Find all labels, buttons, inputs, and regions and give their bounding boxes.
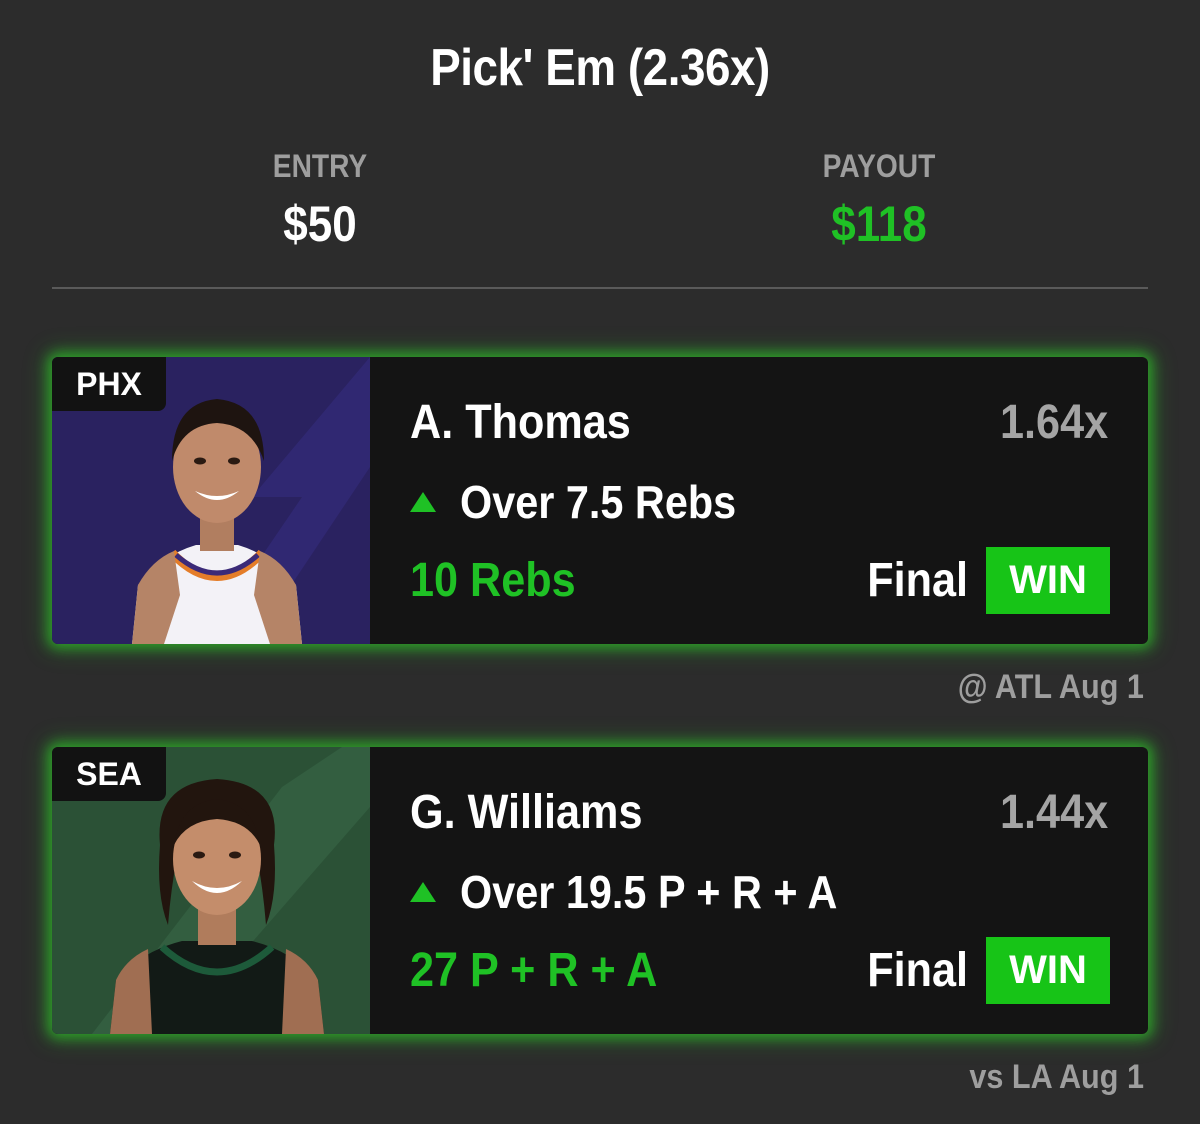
entry-label: ENTRY	[272, 148, 368, 184]
entry-stat: ENTRY $50	[170, 148, 470, 253]
game-info: vs LA Aug 1	[969, 1058, 1144, 1096]
player-name: A. Thomas	[410, 396, 631, 449]
header-divider	[52, 287, 1148, 289]
entry-title: Pick' Em (2.36x)	[430, 39, 770, 97]
game-status: Final	[867, 944, 968, 997]
payout-label: PAYOUT	[822, 148, 936, 184]
pick-description: Over 19.5 P + R + A	[460, 866, 838, 918]
player-headshot	[110, 779, 324, 1034]
payout-value: $118	[831, 196, 927, 252]
win-badge: WIN	[986, 937, 1110, 1004]
pick-em-entry-screen: Pick' Em (2.36x) ENTRY $50 PAYOUT $118 P…	[0, 0, 1200, 1124]
team-tag: PHX	[52, 357, 166, 411]
stat-result: 27 P + R + A	[410, 944, 658, 997]
player-photo: SEA	[52, 747, 370, 1034]
team-tag: SEA	[52, 747, 166, 801]
player-name: G. Williams	[410, 786, 643, 839]
pick-multiplier: 1.44x	[999, 786, 1108, 839]
pick-info: G. Williams 1.44x Over 19.5 P + R + A 27…	[370, 747, 1148, 1034]
pick-card[interactable]: PHX A. Thomas 1.64x Over 7.5 Rebs 10 Reb…	[52, 357, 1148, 644]
game-info: @ ATL Aug 1	[957, 668, 1144, 706]
up-triangle-icon	[410, 882, 436, 902]
game-status: Final	[867, 554, 968, 607]
player-headshot	[132, 399, 302, 644]
pick-line: Over 19.5 P + R + A	[410, 865, 879, 919]
stat-result: 10 Rebs	[410, 554, 576, 607]
pick-card[interactable]: SEA G. Williams 1.44x Over 19.5 P + R + …	[52, 747, 1148, 1034]
pick-info: A. Thomas 1.64x Over 7.5 Rebs 10 Rebs Fi…	[370, 357, 1148, 644]
pick-description: Over 7.5 Rebs	[460, 476, 737, 528]
pick-line: Over 7.5 Rebs	[410, 475, 767, 529]
player-photo: PHX	[52, 357, 370, 644]
win-badge: WIN	[986, 547, 1110, 614]
entry-value: $50	[283, 196, 357, 252]
up-triangle-icon	[410, 492, 436, 512]
payout-stat: PAYOUT $118	[729, 148, 1029, 253]
pick-multiplier: 1.64x	[999, 396, 1108, 449]
